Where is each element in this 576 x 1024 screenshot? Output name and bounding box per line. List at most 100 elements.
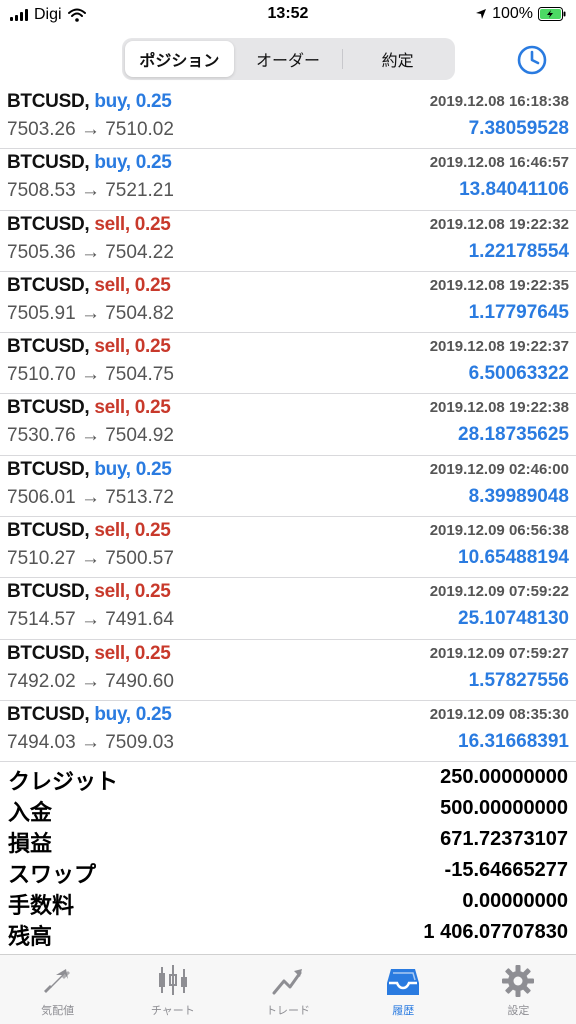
deal-prices: 7492.02 → 7490.60	[7, 670, 174, 692]
deal-profit: 25.10748130	[458, 608, 569, 630]
deal-profit: 16.31668391	[458, 730, 569, 752]
deal-title: BTCUSD, buy, 0.25	[7, 704, 172, 726]
deal-side: sell, 0.25	[94, 397, 171, 419]
deal-time: 2019.12.08 16:46:57	[429, 154, 569, 172]
deal-symbol: BTCUSD,	[7, 274, 90, 296]
deal-prices: 7508.53 → 7521.21	[7, 180, 174, 202]
deal-prices: 7510.70 → 7504.75	[7, 364, 174, 386]
summary-row: 残高 1 406.07707830	[0, 917, 576, 949]
deal-prices: 7494.03 → 7509.03	[7, 731, 174, 753]
settings-icon	[502, 965, 535, 997]
deal-row[interactable]: BTCUSD, sell, 0.25 2019.12.08 19:22:38 753…	[0, 394, 576, 456]
deal-row[interactable]: BTCUSD, buy, 0.25 2019.12.08 16:46:57 7508…	[0, 149, 576, 211]
summary-value: 500.00000000	[440, 797, 568, 819]
summary-label: スワップ	[8, 862, 97, 887]
deal-title: BTCUSD, sell, 0.25	[7, 581, 171, 603]
deal-symbol: BTCUSD,	[7, 397, 90, 419]
deal-side: sell, 0.25	[94, 520, 171, 542]
deal-row[interactable]: BTCUSD, buy, 0.25 2019.12.09 02:46:00 7506…	[0, 456, 576, 518]
deal-side: sell, 0.25	[94, 642, 171, 664]
tab-positions[interactable]: ポジション	[125, 41, 234, 77]
deal-row[interactable]: BTCUSD, buy, 0.25 2019.12.09 08:35:30 7494…	[0, 701, 576, 763]
deal-time: 2019.12.09 06:56:38	[429, 522, 569, 540]
deal-row[interactable]: BTCUSD, sell, 0.25 2019.12.08 19:22:32 750…	[0, 211, 576, 272]
summary-row: 入金 500.00000000	[0, 793, 576, 825]
deal-row[interactable]: BTCUSD, sell, 0.25 2019.12.08 19:22:37 751…	[0, 333, 576, 395]
deal-time: 2019.12.08 19:22:35	[429, 276, 569, 294]
clock-icon[interactable]	[516, 44, 548, 76]
deal-time: 2019.12.08 16:18:38	[429, 93, 569, 110]
deal-prices: 7503.26 → 7510.02	[7, 119, 174, 140]
deal-title: BTCUSD, sell, 0.25	[7, 214, 171, 236]
deal-side: buy, 0.25	[94, 91, 172, 112]
deal-side: sell, 0.25	[94, 213, 171, 235]
deal-profit: 28.18735625	[458, 424, 569, 446]
header: ポジション オーダー 約定	[0, 30, 576, 88]
deal-prices: 7510.27 → 7500.57	[7, 548, 174, 570]
deal-symbol: BTCUSD,	[7, 642, 90, 664]
deal-side: buy, 0.25	[94, 703, 172, 725]
deal-time: 2019.12.09 07:59:27	[429, 644, 569, 662]
deal-profit: 10.65488194	[458, 547, 569, 569]
deal-symbol: BTCUSD,	[7, 91, 90, 112]
deal-title: BTCUSD, buy, 0.25	[7, 152, 172, 174]
deal-profit: 1.17797645	[468, 301, 569, 323]
deal-row[interactable]: BTCUSD, sell, 0.25 2019.12.08 19:22:35 750…	[0, 272, 576, 334]
deal-symbol: BTCUSD,	[7, 581, 90, 603]
tab-history[interactable]: 履歴	[346, 955, 461, 1024]
deal-profit: 8.39989048	[468, 485, 569, 507]
deal-row[interactable]: BTCUSD, sell, 0.25 2019.12.09 07:59:22 751…	[0, 578, 576, 640]
tab-settings-label: 設定	[507, 1005, 530, 1017]
summary-row: スワップ -15.64665277	[0, 855, 576, 887]
summary-label: 手数料	[8, 893, 75, 918]
segmented-control: ポジション オーダー 約定	[122, 38, 455, 80]
tab-settings[interactable]: 設定	[461, 955, 576, 1024]
deal-profit: 1.22178554	[468, 240, 569, 262]
summary-value: -15.64665277	[444, 859, 568, 881]
tab-quotes-label: 気配値	[41, 1005, 75, 1017]
deal-side: sell, 0.25	[94, 581, 171, 603]
deal-profit: 6.50063322	[468, 363, 569, 385]
tab-deals[interactable]: 約定	[343, 41, 452, 77]
summary-row: 損益 671.72373107	[0, 824, 576, 856]
deal-profit: 13.84041106	[459, 179, 569, 201]
deal-prices: 7514.57 → 7491.64	[7, 609, 174, 631]
tab-trade[interactable]: トレード	[230, 955, 345, 1024]
deal-title: BTCUSD, sell, 0.25	[7, 643, 171, 665]
tab-quotes[interactable]: 気配値	[0, 955, 115, 1024]
deal-time: 2019.12.08 19:22:37	[429, 338, 569, 356]
deal-prices: 7506.01 → 7513.72	[7, 486, 174, 508]
deal-time: 2019.12.08 19:22:32	[429, 215, 569, 233]
deal-title: BTCUSD, buy, 0.25	[7, 91, 172, 113]
deal-row[interactable]: BTCUSD, sell, 0.25 2019.12.09 06:56:38 751…	[0, 517, 576, 579]
deals-list: BTCUSD, buy, 0.25 2019.12.08 16:18:38 7503…	[0, 88, 576, 763]
deal-symbol: BTCUSD,	[7, 213, 90, 235]
deal-time: 2019.12.08 19:22:38	[429, 399, 569, 417]
deal-prices: 7530.76 → 7504.92	[7, 425, 174, 447]
deal-symbol: BTCUSD,	[7, 152, 90, 174]
tab-chart[interactable]: チャート	[115, 955, 230, 1024]
summary-label: 入金	[8, 800, 53, 825]
account-summary: クレジット 250.00000000 入金 500.00000000 損益 671.723…	[0, 762, 576, 949]
deal-profit: 7.38059528	[468, 118, 569, 139]
deal-title: BTCUSD, sell, 0.25	[7, 520, 171, 542]
deal-side: sell, 0.25	[94, 336, 171, 358]
trade-icon	[272, 969, 302, 995]
chart-icon	[158, 965, 187, 995]
summary-value: 671.72373107	[440, 828, 568, 850]
summary-label: 損益	[8, 831, 53, 856]
tab-chart-label: チャート	[150, 1005, 195, 1017]
deal-title: BTCUSD, sell, 0.25	[7, 336, 171, 358]
deal-row[interactable]: BTCUSD, sell, 0.25 2019.12.09 07:59:27 749…	[0, 640, 576, 701]
deal-time: 2019.12.09 08:35:30	[429, 705, 569, 723]
status-bar: Digi 13:52 100%	[0, 0, 576, 30]
deal-symbol: BTCUSD,	[7, 520, 90, 542]
quotes-icon	[43, 969, 70, 993]
tab-orders[interactable]: オーダー	[234, 41, 343, 77]
deal-side: sell, 0.25	[94, 274, 171, 296]
deal-time: 2019.12.09 07:59:22	[429, 583, 569, 601]
deal-prices: 7505.36 → 7504.22	[7, 241, 174, 263]
summary-value: 250.00000000	[440, 766, 568, 788]
battery-icon	[538, 7, 566, 21]
deal-row[interactable]: BTCUSD, buy, 0.25 2019.12.08 16:18:38 7503…	[0, 88, 576, 150]
